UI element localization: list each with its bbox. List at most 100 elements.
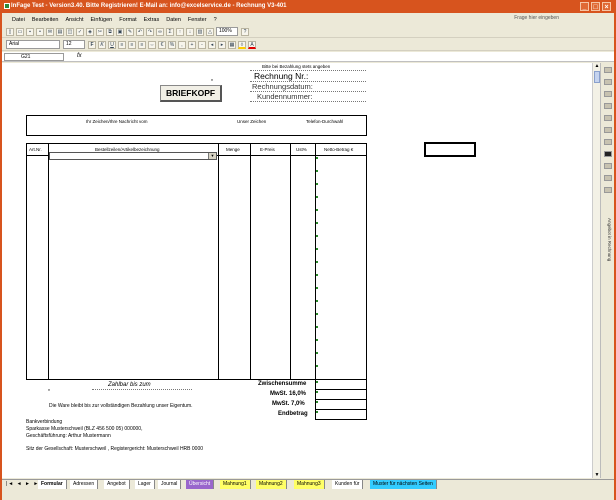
eigentum-text: Die Ware bleibt bis zur vollständigen Be… bbox=[49, 403, 193, 409]
tab-muster[interactable]: Muster für nächsten Seiten bbox=[370, 480, 437, 489]
thousands-icon[interactable]: , bbox=[178, 40, 186, 49]
help-search-input[interactable]: Frage hier eingeben bbox=[514, 15, 559, 21]
menu-fenster[interactable]: Fenster bbox=[188, 17, 207, 23]
increase-decimal-icon[interactable]: + bbox=[188, 40, 196, 49]
font-size-select[interactable]: 12 bbox=[63, 40, 85, 49]
align-center-icon[interactable]: ≡ bbox=[128, 40, 136, 49]
font-color-icon[interactable]: A bbox=[248, 40, 256, 49]
merge-center-icon[interactable]: ⇔ bbox=[148, 40, 156, 49]
menu-extras[interactable]: Extras bbox=[144, 17, 160, 23]
task-pane: Angebot in Rechnung bbox=[600, 63, 614, 478]
tab-adressen[interactable]: Adressen bbox=[70, 480, 99, 489]
menu-format[interactable]: Format bbox=[119, 17, 136, 23]
vertical-scrollbar[interactable]: ▲ ▼ bbox=[592, 63, 600, 478]
sitz-text: Sitz der Gesellschaft: Musterschweil , R… bbox=[26, 446, 204, 452]
tab-angebot[interactable]: Angebot bbox=[104, 480, 130, 489]
outdent-icon[interactable]: ◂ bbox=[208, 40, 216, 49]
chart-icon[interactable]: ▥ bbox=[196, 27, 204, 36]
pane-icon-9[interactable] bbox=[604, 175, 612, 181]
open-icon[interactable]: ▭ bbox=[16, 27, 24, 36]
research-icon[interactable]: ◈ bbox=[86, 27, 94, 36]
help-icon[interactable]: ? bbox=[241, 27, 249, 36]
bank-line-2: Sparkasse Musterschweil (BLZ 456 500 05)… bbox=[26, 426, 143, 432]
drawing-icon[interactable]: △ bbox=[206, 27, 214, 36]
italic-icon[interactable]: K bbox=[98, 40, 106, 49]
tab-scroll-buttons[interactable]: |◄ ◄ ► ►| bbox=[6, 481, 42, 487]
pane-close-icon[interactable] bbox=[604, 163, 612, 169]
undo-icon[interactable]: ↶ bbox=[136, 27, 144, 36]
paste-icon[interactable]: ▣ bbox=[116, 27, 124, 36]
tab-lager[interactable]: Lager bbox=[135, 480, 155, 489]
briefkopf-label: BRIEFKOPF bbox=[165, 88, 216, 98]
pane-icon-6[interactable] bbox=[604, 127, 612, 133]
permission-icon[interactable]: • bbox=[36, 27, 44, 36]
fill-color-icon[interactable]: ◊ bbox=[238, 40, 246, 49]
menu-help[interactable]: ? bbox=[214, 17, 217, 23]
window-title: InFage Test - Version3.40. Bitte Registr… bbox=[11, 3, 287, 9]
align-left-icon[interactable]: ≡ bbox=[118, 40, 126, 49]
preview-icon[interactable]: ◫ bbox=[66, 27, 74, 36]
pane-icon-7[interactable] bbox=[604, 139, 612, 145]
new-icon[interactable]: ▯ bbox=[6, 27, 14, 36]
format-painter-icon[interactable]: ✎ bbox=[126, 27, 134, 36]
hyperlink-icon[interactable]: ∞ bbox=[156, 27, 164, 36]
pane-icon-10[interactable] bbox=[604, 187, 612, 193]
pane-icon-8[interactable] bbox=[604, 151, 612, 157]
zwischensumme-label: Zwischensumme bbox=[258, 381, 307, 387]
briefkopf-button[interactable]: BRIEFKOPF bbox=[160, 85, 222, 102]
autosum-icon[interactable]: Σ bbox=[166, 27, 174, 36]
font-select[interactable]: Arial bbox=[6, 40, 60, 49]
tab-mahnung3[interactable]: Mahnung3 bbox=[294, 480, 325, 489]
print-icon[interactable]: ▤ bbox=[56, 27, 64, 36]
menu-bearbeiten[interactable]: Bearbeiten bbox=[32, 17, 59, 23]
task-pane-label: Angebot in Rechnung bbox=[607, 218, 612, 262]
pane-icon-2[interactable] bbox=[604, 79, 612, 85]
minimize-button[interactable]: _ bbox=[580, 2, 589, 11]
active-cell[interactable] bbox=[424, 142, 476, 157]
standard-toolbar: ▯ ▭ ▪ • ✉ ▤ ◫ ✓ ◈ ✂ ⧉ ▣ ✎ ↶ ↷ ∞ Σ ↑ ↓ ▥ … bbox=[2, 26, 614, 38]
tab-kunden[interactable]: Kunden für bbox=[332, 480, 364, 489]
tab-mahnung1[interactable]: Mahnung1 bbox=[220, 480, 251, 489]
dropdown-arrow-icon[interactable]: ▼ bbox=[208, 153, 216, 159]
cut-icon[interactable]: ✂ bbox=[96, 27, 104, 36]
name-box[interactable]: G21 bbox=[4, 53, 64, 61]
underline-icon[interactable]: U bbox=[108, 40, 116, 49]
tab-uebersicht[interactable]: Übersicht bbox=[186, 480, 215, 489]
borders-icon[interactable]: ▦ bbox=[228, 40, 236, 49]
percent-icon[interactable]: % bbox=[168, 40, 176, 49]
decrease-decimal-icon[interactable]: - bbox=[198, 40, 206, 49]
redo-icon[interactable]: ↷ bbox=[146, 27, 154, 36]
spellcheck-icon[interactable]: ✓ bbox=[76, 27, 84, 36]
tab-mahnung2[interactable]: Mahnung2 bbox=[256, 480, 287, 489]
sort-desc-icon[interactable]: ↓ bbox=[186, 27, 194, 36]
excel-window: InFage Test - Version3.40. Bitte Registr… bbox=[2, 0, 614, 500]
align-right-icon[interactable]: ≡ bbox=[138, 40, 146, 49]
pane-icon-5[interactable] bbox=[604, 115, 612, 121]
title-bar: InFage Test - Version3.40. Bitte Registr… bbox=[2, 0, 614, 13]
article-dropdown[interactable]: ▼ bbox=[49, 152, 217, 160]
save-icon[interactable]: ▪ bbox=[26, 27, 34, 36]
sort-asc-icon[interactable]: ↑ bbox=[176, 27, 184, 36]
pane-icon-4[interactable] bbox=[604, 103, 612, 109]
menu-daten[interactable]: Daten bbox=[166, 17, 181, 23]
menu-einfuegen[interactable]: Einfügen bbox=[91, 17, 113, 23]
tab-journal[interactable]: Journal bbox=[158, 480, 182, 489]
close-button[interactable]: × bbox=[602, 2, 611, 11]
bold-icon[interactable]: F bbox=[88, 40, 96, 49]
zoom-select[interactable]: 100% bbox=[216, 27, 238, 36]
ref-header-ihr-zeichen: Ihr Zeichen/Ihre Nachricht vom bbox=[86, 119, 148, 124]
pane-icon-3[interactable] bbox=[604, 91, 612, 97]
menu-ansicht[interactable]: Ansicht bbox=[65, 17, 83, 23]
copy-icon[interactable]: ⧉ bbox=[106, 27, 114, 36]
indent-icon[interactable]: ▸ bbox=[218, 40, 226, 49]
formula-bar: G21 fx bbox=[2, 52, 614, 62]
worksheet[interactable]: Bitte bei Bezahlung stets angeben Rechnu… bbox=[2, 63, 600, 478]
fx-icon[interactable]: fx bbox=[77, 53, 82, 59]
tab-formular[interactable]: Formular bbox=[38, 480, 67, 489]
menu-datei[interactable]: Datei bbox=[12, 17, 25, 23]
currency-icon[interactable]: € bbox=[158, 40, 166, 49]
maximize-button[interactable]: □ bbox=[591, 2, 600, 11]
pane-icon-1[interactable] bbox=[604, 67, 612, 73]
mail-icon[interactable]: ✉ bbox=[46, 27, 54, 36]
col-header-epreis: E-Preis bbox=[260, 147, 275, 152]
